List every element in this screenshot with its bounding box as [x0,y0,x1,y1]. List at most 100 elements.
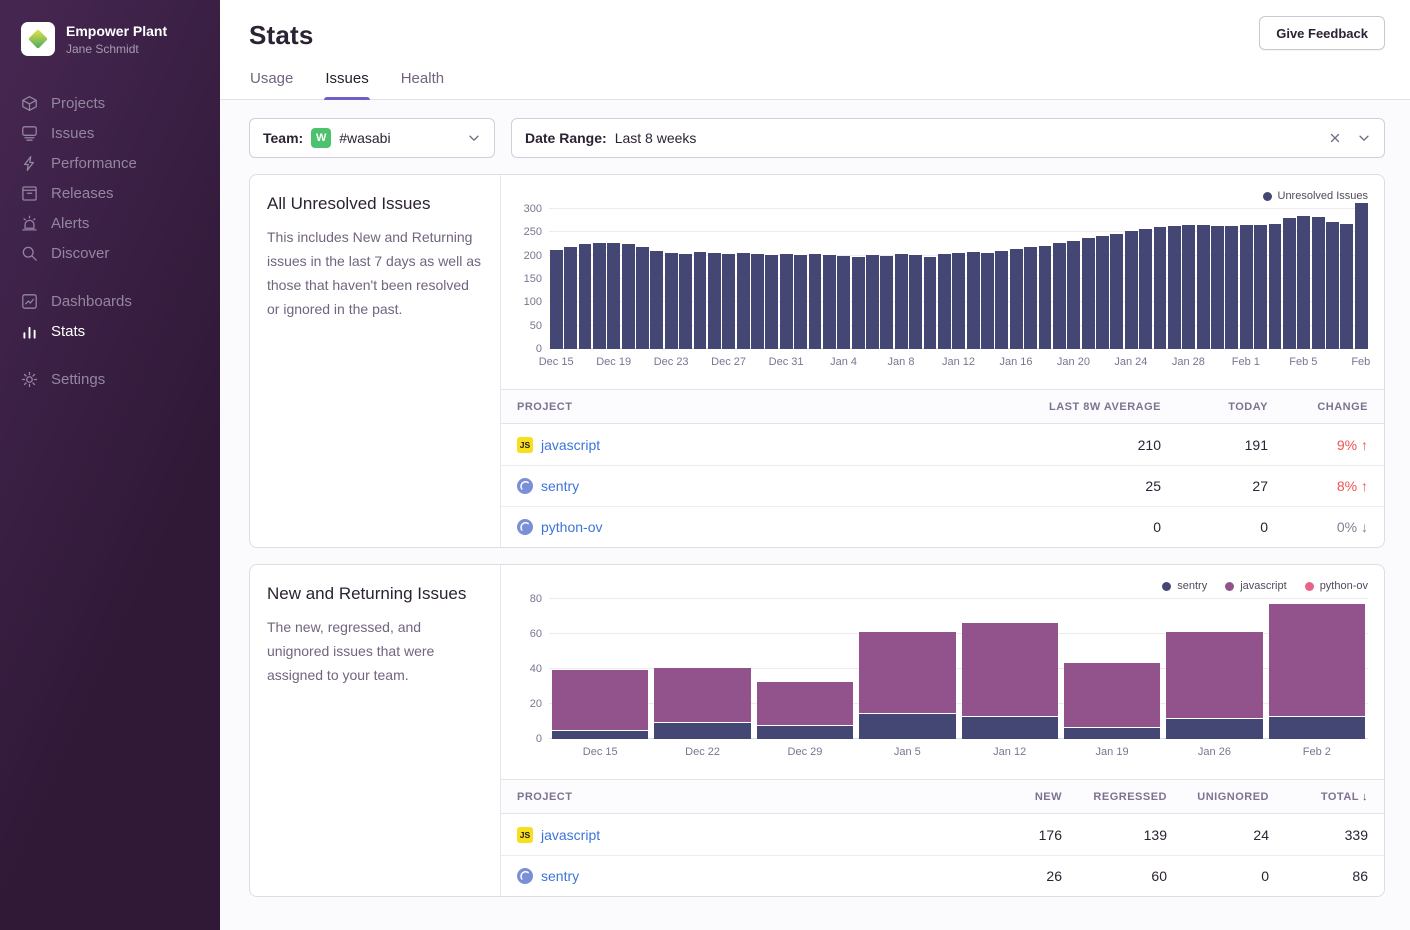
team-avatar: W [311,128,331,148]
table-header: PROJECT NEW REGRESSED UNIGNORED TOTAL↓ [501,780,1384,814]
x-axis: Dec 15Dec 19Dec 23Dec 27Dec 31Jan 4Jan 8… [549,349,1368,373]
sidebar-item-issues[interactable]: Issues [0,118,220,148]
x-tick-label: Dec 15 [539,356,574,368]
bar [880,256,893,349]
chevron-down-icon[interactable] [1357,131,1371,145]
new-returning-issues-panel: New and Returning Issues The new, regres… [249,564,1385,897]
header-total-sort[interactable]: TOTAL↓ [1269,791,1368,803]
x-tick-label: Feb 1 [1232,356,1260,368]
bar [1053,243,1066,349]
y-tick-label: 300 [524,203,542,215]
panel-description: This includes New and Returning issues i… [267,225,483,321]
y-tick-label: 250 [524,226,542,238]
bar [1154,227,1167,349]
bar [579,244,592,349]
x-tick-label: Dec 15 [583,746,618,758]
sidebar-item-settings[interactable]: Settings [0,364,220,394]
y-axis: 020406080 [517,599,549,739]
bar [622,244,635,349]
total-value: 86 [1269,868,1368,884]
sort-desc-icon: ↓ [1362,791,1368,803]
x-tick-label: Jan 26 [1198,746,1231,758]
bar-segment-javascript [859,631,955,713]
chevron-down-icon[interactable] [467,131,481,145]
project-link[interactable]: javascript [541,437,600,453]
give-feedback-button[interactable]: Give Feedback [1259,16,1385,50]
user-name: Jane Schmidt [66,42,167,56]
header-change: CHANGE [1268,401,1368,413]
sidebar-item-alerts[interactable]: Alerts [0,208,220,238]
bar-segment-javascript [1166,631,1262,719]
bar [1355,203,1368,349]
date-range-label: Date Range: [525,130,607,146]
header-regressed: REGRESSED [1062,791,1167,803]
stacked-bar [1166,631,1262,740]
x-tick-label: Dec 19 [596,356,631,368]
sidebar-item-discover[interactable]: Discover [0,238,220,268]
bar-series [549,195,1368,349]
project-link[interactable]: javascript [541,827,600,843]
python-platform-icon [517,519,533,535]
bar-segment-javascript [1269,603,1365,717]
bar [1225,226,1238,349]
project-link[interactable]: sentry [541,478,579,494]
bar [593,243,606,349]
x-tick-label: Feb [1351,356,1370,368]
bar [1067,241,1080,349]
y-tick-label: 20 [530,698,542,710]
team-value: #wasabi [339,130,390,146]
header-unignored: UNIGNORED [1167,791,1269,803]
sidebar-item-projects[interactable]: Projects [0,88,220,118]
bar [1340,224,1353,349]
bar [924,257,937,349]
project-link[interactable]: sentry [541,868,579,884]
table-row: sentry25278% ↑ [501,465,1384,506]
bar-segment-sentry [552,730,648,739]
performance-icon [21,155,38,172]
table-body: JSjavascript17613924339sentry2660086 [501,814,1384,896]
panel-description-column: All Unresolved Issues This includes New … [250,175,501,547]
clear-icon[interactable] [1328,131,1342,145]
org-logo [21,22,55,56]
bar [694,252,707,349]
sidebar-item-releases[interactable]: Releases [0,178,220,208]
tab-usage[interactable]: Usage [249,70,294,99]
bar [852,257,865,349]
sidebar-item-dashboards[interactable]: Dashboards [0,286,220,316]
dashboards-icon [21,293,38,310]
bar [737,253,750,349]
bar-segment-sentry [654,722,750,740]
sidebar-item-performance[interactable]: Performance [0,148,220,178]
tab-health[interactable]: Health [400,70,445,99]
change-value: 0% ↓ [1268,519,1368,535]
x-tick-label: Jan 12 [942,356,975,368]
team-selector[interactable]: Team: W #wasabi [249,118,495,158]
bar-segment-javascript [654,667,750,721]
discover-icon [21,245,38,262]
bar [909,255,922,349]
x-tick-label: Jan 8 [888,356,915,368]
main-area: Stats Give Feedback Usage Issues Health … [220,0,1410,930]
bar-segment-sentry [962,716,1058,739]
bar-segment-sentry [1269,716,1365,739]
x-tick-label: Dec 23 [654,356,689,368]
date-range-selector[interactable]: Date Range: Last 8 weeks [511,118,1385,158]
table-row: sentry2660086 [501,855,1384,896]
org-switcher[interactable]: Empower Plant Jane Schmidt [0,0,220,62]
today-value: 0 [1161,519,1268,535]
team-label: Team: [263,130,303,146]
tab-issues[interactable]: Issues [324,70,369,99]
bar [1240,225,1253,349]
sidebar-item-stats[interactable]: Stats [0,316,220,346]
bar [650,251,663,349]
bar [1125,231,1138,349]
table-row: JSjavascript17613924339 [501,814,1384,855]
sidebar-nav-footer: Settings [0,364,220,394]
project-link[interactable]: python-ov [541,519,602,535]
stacked-bar [654,667,750,739]
x-tick-label: Dec 29 [788,746,823,758]
regressed-value: 60 [1062,868,1167,884]
bar [938,254,951,349]
bar [1139,229,1152,349]
table-row: python-ov000% ↓ [501,506,1384,547]
